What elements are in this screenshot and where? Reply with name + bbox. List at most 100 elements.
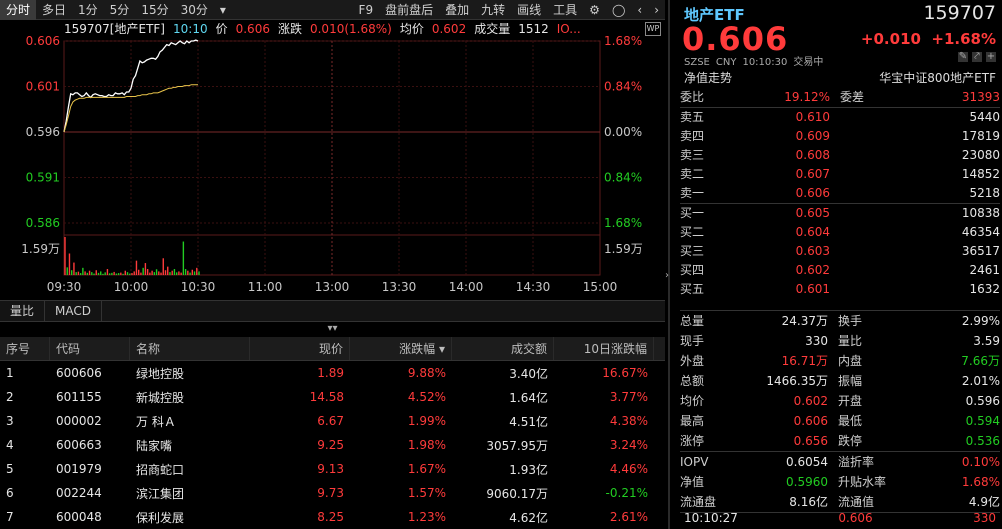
bid-row[interactable]: 买三 0.603 36517 bbox=[680, 242, 1000, 261]
gear-icon[interactable]: ⚙ bbox=[583, 0, 606, 20]
chevron-left-icon[interactable]: ‹ bbox=[631, 0, 648, 20]
volume-bar bbox=[189, 272, 191, 275]
cell-name: 保利发展 bbox=[136, 510, 185, 525]
table-row[interactable]: 7 600048 保利发展 8.25 1.23% 4.62亿 2.61% bbox=[0, 505, 665, 529]
period-tab-5[interactable]: 30分 bbox=[175, 0, 214, 20]
edit-icon[interactable]: ✎ bbox=[958, 52, 968, 62]
volume-bar bbox=[191, 269, 193, 275]
cell-pct: 1.57% bbox=[407, 486, 446, 500]
cell-amount: 1.64亿 bbox=[509, 390, 548, 405]
indicator-tabs: 量比 MACD bbox=[0, 300, 665, 322]
table-row[interactable]: 5 001979 招商蛇口 9.13 1.67% 1.93亿 4.46% bbox=[0, 457, 665, 481]
column-header-2[interactable]: 名称 bbox=[130, 337, 250, 360]
period-tab-2[interactable]: 1分 bbox=[72, 0, 104, 20]
toolbar-action-4[interactable]: 画线 bbox=[511, 0, 547, 20]
ask-row[interactable]: 卖三 0.608 23080 bbox=[680, 146, 1000, 165]
volume-bar bbox=[124, 270, 126, 275]
toolbar-action-3[interactable]: 九转 bbox=[475, 0, 511, 20]
ask-row[interactable]: 卖四 0.609 17819 bbox=[680, 127, 1000, 146]
indicator-tab-0[interactable]: 量比 bbox=[0, 301, 46, 321]
toolbar-action-2[interactable]: 叠加 bbox=[439, 0, 475, 20]
wei-cha-label: 委差 bbox=[840, 90, 865, 104]
volume-bar bbox=[162, 258, 164, 275]
order-book: 委比 19.12% 委差 31393 卖五 0.610 5440 卖四 0.609 17819 卖三… bbox=[680, 88, 1000, 299]
ask-price: 0.609 bbox=[795, 129, 830, 143]
ask-volume: 23080 bbox=[961, 148, 1000, 162]
bid-row[interactable]: 买五 0.601 1632 bbox=[680, 280, 1000, 299]
column-header-1[interactable]: 代码 bbox=[50, 337, 130, 360]
bid-volume: 1632 bbox=[969, 282, 1000, 296]
bid-row[interactable]: 买一 0.605 10838 bbox=[680, 204, 1000, 223]
ask-label: 卖一 bbox=[680, 186, 705, 200]
cell-price: 1.89 bbox=[317, 366, 344, 380]
bid-label: 买四 bbox=[680, 263, 705, 277]
volume-bar bbox=[140, 272, 142, 275]
period-dropdown-icon[interactable]: ▾ bbox=[214, 0, 232, 20]
ask-volume: 5440 bbox=[969, 110, 1000, 124]
volume-bar bbox=[146, 269, 149, 275]
bid-row[interactable]: 买二 0.604 46354 bbox=[680, 223, 1000, 242]
tick-time: 10:10:27 bbox=[684, 511, 738, 525]
cell-code: 600606 bbox=[56, 366, 102, 380]
volume-bar bbox=[88, 270, 91, 275]
toolbar-action-1[interactable]: 盘前盘后 bbox=[379, 0, 439, 20]
circle-icon[interactable]: ◯ bbox=[606, 0, 631, 20]
volume-bar bbox=[187, 270, 189, 275]
period-tab-4[interactable]: 15分 bbox=[135, 0, 174, 20]
cell-no: 1 bbox=[6, 366, 14, 380]
column-header-6[interactable]: 10日涨跌幅 bbox=[554, 337, 654, 360]
volume-bar bbox=[95, 270, 97, 275]
ask-price: 0.610 bbox=[795, 110, 830, 124]
bid-row[interactable]: 买四 0.602 2461 bbox=[680, 261, 1000, 280]
expand-chevron-icon[interactable]: ▾▾ bbox=[0, 323, 665, 335]
volume-bar bbox=[93, 273, 95, 275]
y-tick-left: 0.606 bbox=[26, 34, 60, 48]
ask-price: 0.608 bbox=[795, 148, 830, 162]
cell-code: 001979 bbox=[56, 462, 102, 476]
cell-amount: 3057.95万 bbox=[486, 438, 548, 453]
cell-pct10: 3.77% bbox=[609, 390, 648, 404]
add-icon[interactable]: + bbox=[986, 52, 996, 62]
y-tick-left: 0.591 bbox=[26, 171, 60, 185]
volume-bar bbox=[198, 271, 200, 275]
table-body: 1 600606 绿地控股 1.89 9.88% 3.40亿 16.67% 2 601155 新城… bbox=[0, 361, 665, 529]
stat-label-2: 开盘 bbox=[838, 394, 863, 408]
ask-row[interactable]: 卖一 0.606 5218 bbox=[680, 184, 1000, 203]
table-row[interactable]: 4 600663 陆家嘴 9.25 1.98% 3057.95万 3.24% bbox=[0, 433, 665, 457]
period-tab-0[interactable]: 分时 bbox=[0, 0, 37, 20]
stat-label: 涨停 bbox=[680, 434, 705, 448]
indicator-tab-1[interactable]: MACD bbox=[45, 301, 102, 321]
volume-bar bbox=[115, 273, 118, 275]
column-header-3[interactable]: 现价 bbox=[250, 337, 350, 360]
table-row[interactable]: 6 002244 滨江集团 9.73 1.57% 9060.17万 -0.21% bbox=[0, 481, 665, 505]
volume-bar bbox=[122, 273, 124, 275]
cell-name: 陆家嘴 bbox=[136, 438, 173, 453]
toolbar-action-5[interactable]: 工具 bbox=[547, 0, 583, 20]
table-row[interactable]: 1 600606 绿地控股 1.89 9.88% 3.40亿 16.67% bbox=[0, 361, 665, 385]
volume-bar bbox=[180, 272, 182, 275]
ask-row[interactable]: 卖五 0.610 5440 bbox=[680, 108, 1000, 127]
toolbar-action-0[interactable]: F9 bbox=[353, 0, 380, 20]
column-header-4[interactable]: 涨跌幅 ▾ bbox=[350, 337, 452, 360]
ask-row[interactable]: 卖二 0.607 14852 bbox=[680, 165, 1000, 184]
cell-name: 绿地控股 bbox=[136, 366, 185, 381]
volume-bar bbox=[120, 272, 122, 275]
collapse-arrow-icon[interactable]: › bbox=[665, 270, 675, 281]
column-header-0[interactable]: 序号 bbox=[0, 337, 50, 360]
bid-price: 0.603 bbox=[795, 244, 830, 258]
intraday-chart[interactable]: 0.606 0.601 0.596 0.591 0.586 1.68% 0.84% 0.00%… bbox=[0, 20, 665, 295]
table-row[interactable]: 3 000002 万 科Ａ 6.67 1.99% 4.51亿 4.38% bbox=[0, 409, 665, 433]
chevron-right-icon[interactable]: › bbox=[648, 0, 665, 20]
nav-row[interactable]: 净值走势 华宝中证800地产ETF bbox=[684, 69, 996, 86]
period-tab-3[interactable]: 5分 bbox=[104, 0, 136, 20]
quote-code: 159707 bbox=[923, 2, 996, 24]
y-tick-right: 0.00% bbox=[604, 125, 642, 139]
quote-change-pct: +1.68% bbox=[931, 30, 996, 48]
column-header-5[interactable]: 成交额 bbox=[452, 337, 554, 360]
stat-row: 外盘 16.71万 内盘 7.66万 bbox=[680, 351, 1000, 371]
link-icon[interactable]: ⤤ bbox=[972, 52, 982, 62]
volume-bar bbox=[86, 272, 89, 275]
y-tick-right: 0.84% bbox=[604, 171, 642, 185]
period-tab-1[interactable]: 多日 bbox=[36, 0, 72, 20]
table-row[interactable]: 2 601155 新城控股 14.58 4.52% 1.64亿 3.77% bbox=[0, 385, 665, 409]
